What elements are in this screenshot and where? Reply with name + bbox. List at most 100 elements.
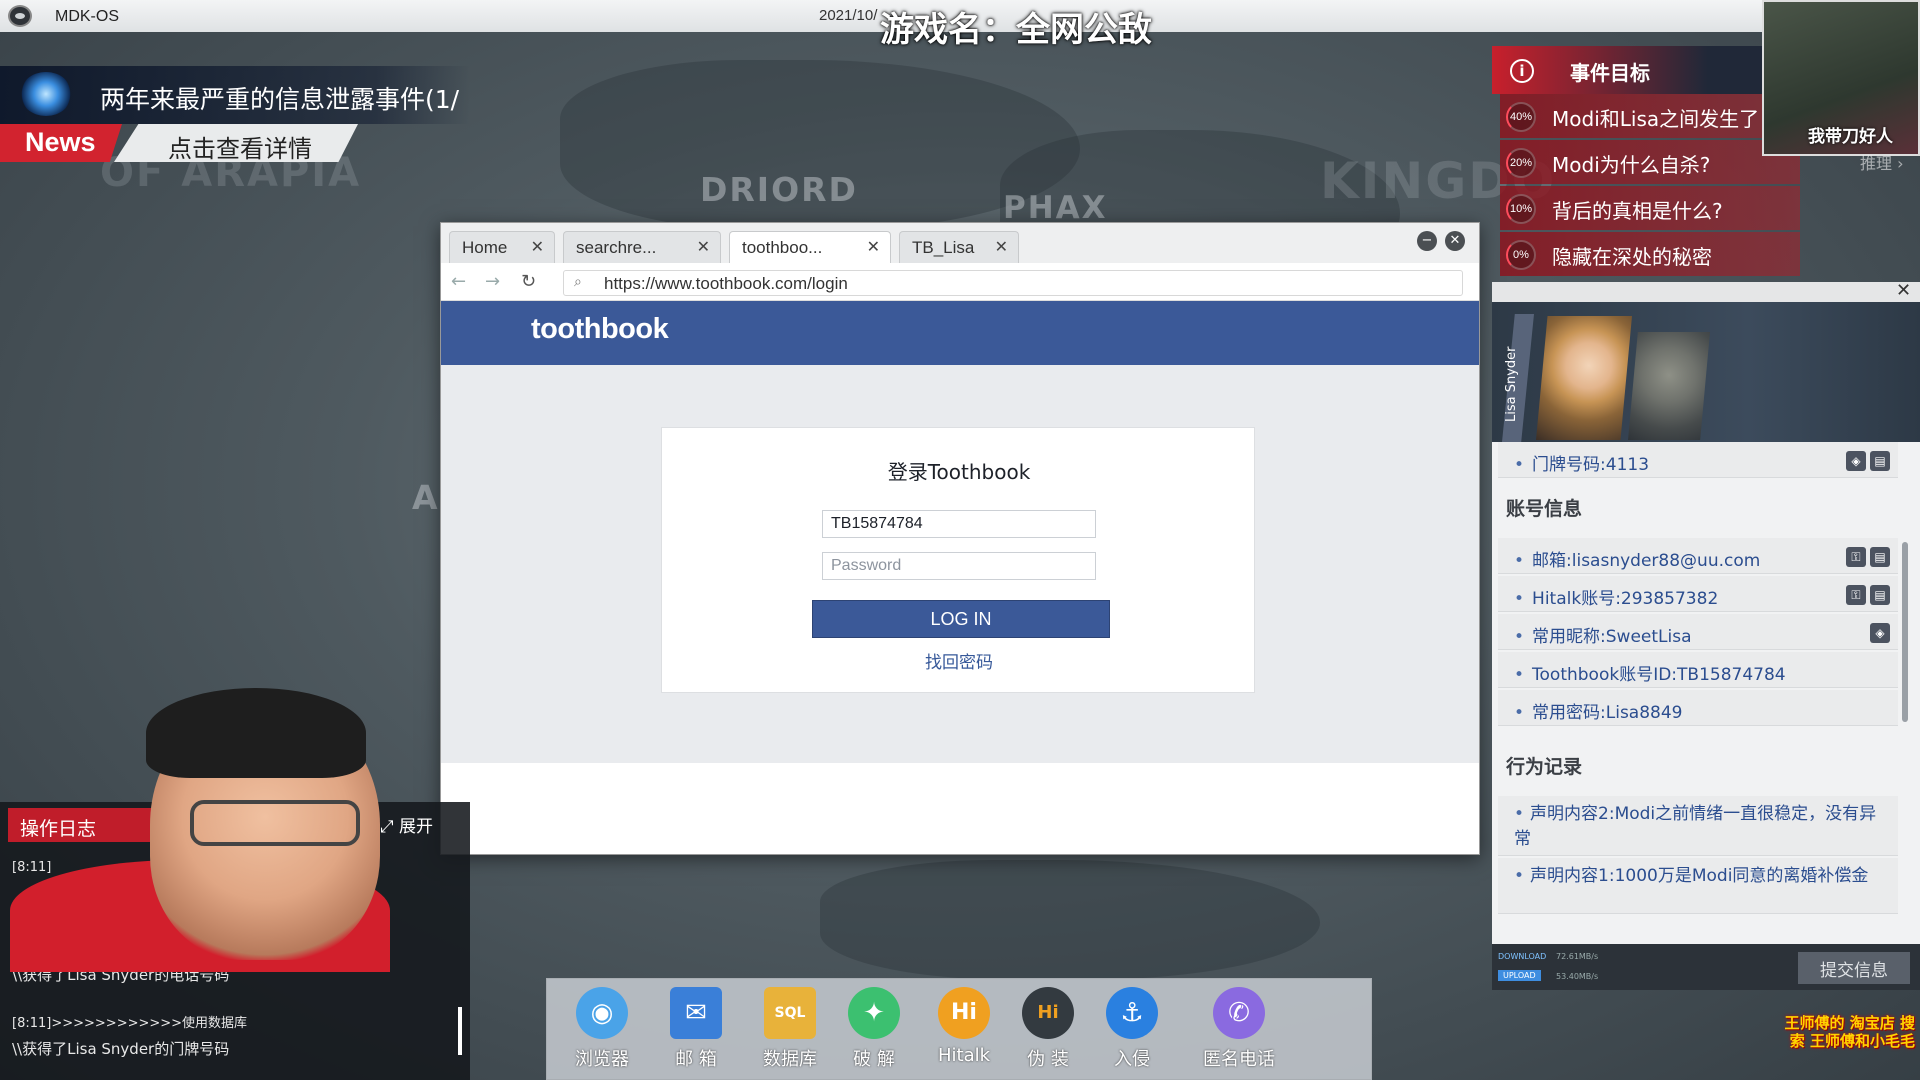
dock-app-mail[interactable]: ✉ 邮 箱: [651, 987, 741, 1071]
webcam-streamer-glasses: [190, 800, 360, 846]
info-text: 常用昵称:SweetLisa: [1514, 622, 1691, 647]
info-actions: ⚿ ▤: [1842, 584, 1890, 605]
document-icon[interactable]: ▤: [1870, 585, 1890, 605]
document-icon[interactable]: ▤: [1870, 451, 1890, 471]
info-item[interactable]: 邮箱:lisasnyder88@uu.com ⚿▤: [1498, 538, 1898, 574]
profile-scrollbar[interactable]: [1902, 542, 1908, 722]
globe-icon: ◉: [576, 987, 628, 1039]
objective-item[interactable]: 0% 隐藏在深处的秘密: [1500, 232, 1800, 276]
objectives-panel: i 事件目标 40% Modi和Lisa之间发生了 20% Modi为什么自杀?…: [1492, 46, 1800, 282]
os-logo-icon[interactable]: [8, 5, 32, 27]
url-text[interactable]: https://www.toothbook.com/login: [604, 274, 848, 294]
close-icon[interactable]: ✕: [531, 237, 544, 257]
minimize-icon[interactable]: −: [1417, 231, 1437, 251]
password-input[interactable]: [822, 552, 1096, 580]
upload-speed: 53.40MB/s: [1556, 972, 1599, 981]
key-icon: ✦: [848, 987, 900, 1039]
dock-app-hitalk[interactable]: Hi Hitalk: [919, 987, 1009, 1066]
address-bar[interactable]: ⌕ https://www.toothbook.com/login: [563, 270, 1463, 296]
shield-icon[interactable]: ◈: [1870, 623, 1890, 643]
shop-watermark: 王师傅的 淘宝店 搜索 王师傅和小毛毛: [1784, 1014, 1915, 1050]
tab-toothbook[interactable]: toothboo... ✕: [729, 231, 891, 263]
objective-text: 隐藏在深处的秘密: [1552, 245, 1712, 269]
profile-footer: DOWNLOAD 72.61MB/s UPLOAD 53.40MB/s 提交信息: [1492, 944, 1920, 990]
dock-app-anonymous-call[interactable]: ✆ 匿名电话: [1179, 987, 1299, 1071]
dock-app-browser[interactable]: ◉ 浏览器: [557, 987, 647, 1071]
progress-ring: 0%: [1506, 240, 1536, 270]
dock-app-disguise[interactable]: Hi 伪 装: [1003, 987, 1093, 1071]
forgot-password-link[interactable]: 找回密码: [662, 648, 1256, 673]
objective-text: Modi为什么自杀?: [1552, 153, 1711, 177]
download-label: DOWNLOAD: [1498, 952, 1547, 961]
record-item[interactable]: 声明内容2:Modi之前情绪一直很稳定，没有异常: [1498, 796, 1898, 856]
portrait-lisa[interactable]: [1536, 316, 1632, 440]
back-arrow-icon[interactable]: ←: [451, 271, 466, 292]
submit-info-button[interactable]: 提交信息: [1798, 952, 1910, 984]
info-text: 邮箱:lisasnyder88@uu.com: [1514, 546, 1760, 571]
log-line: [8:11]: [12, 860, 52, 875]
tab-label: toothboo...: [742, 238, 823, 257]
dock-label: 邮 箱: [675, 1049, 717, 1070]
objective-item[interactable]: 10% 背后的真相是什么?: [1500, 186, 1800, 230]
log-line: \\获得了Lisa Snyder的门牌号码: [12, 1040, 230, 1058]
close-icon[interactable]: ✕: [995, 237, 1008, 257]
record-item[interactable]: 声明内容1:1000万是Modi同意的离婚补偿金: [1498, 858, 1898, 914]
log-expand-button[interactable]: ⤢ 展开: [380, 812, 433, 837]
username-input[interactable]: [822, 510, 1096, 538]
toothbook-logo[interactable]: toothbook: [531, 313, 669, 346]
login-button[interactable]: LOG IN: [812, 600, 1110, 638]
thumbnail-caption: 我带刀好人: [1808, 127, 1893, 147]
shield-icon[interactable]: ◈: [1846, 451, 1866, 471]
tab-home[interactable]: Home ✕: [449, 231, 555, 263]
profile-name: Lisa Snyder: [1504, 346, 1519, 422]
info-item[interactable]: Hitalk账号:293857382 ⚿▤: [1498, 576, 1898, 612]
dock-label: 匿名电话: [1203, 1049, 1275, 1070]
forward-arrow-icon[interactable]: →: [485, 271, 500, 292]
dock-app-intrude[interactable]: ⚓ 入侵: [1087, 987, 1177, 1071]
dock-label: 破 解: [853, 1049, 895, 1070]
progress-ring: 10%: [1506, 194, 1536, 224]
news-headline[interactable]: 两年来最严重的信息泄露事件(1/: [100, 80, 459, 116]
close-icon[interactable]: ✕: [867, 237, 880, 257]
key-icon[interactable]: ⚿: [1846, 585, 1866, 605]
tab-searchresults[interactable]: searchre... ✕: [563, 231, 721, 263]
login-title: 登录Toothbook: [887, 460, 1031, 484]
info-text: Toothbook账号ID:TB15874784: [1514, 660, 1786, 685]
info-item[interactable]: 常用昵称:SweetLisa ◈: [1498, 614, 1898, 650]
hook-icon: ⚓: [1106, 987, 1158, 1039]
dock-label: 入侵: [1114, 1049, 1150, 1070]
browser-nav-bar: ← → ↻ ⌕ https://www.toothbook.com/login: [441, 263, 1479, 301]
upload-label: UPLOAD: [1498, 970, 1541, 981]
toothbook-page-body: 登录Toothbook LOG IN 找回密码: [441, 365, 1479, 763]
close-icon[interactable]: ✕: [697, 237, 710, 257]
stream-title-overlay: 游戏名：全网公敌: [880, 10, 1152, 50]
record-text: 声明内容1:1000万是Modi同意的离婚补偿金: [1514, 864, 1884, 889]
download-speed: 72.61MB/s: [1556, 952, 1599, 961]
mail-icon: ✉: [670, 987, 722, 1039]
log-scrollbar[interactable]: [458, 1007, 462, 1055]
reasoning-link[interactable]: 推理 ›: [1860, 150, 1904, 174]
news-detail-label[interactable]: 点击查看详情: [168, 129, 312, 164]
document-icon[interactable]: ▤: [1870, 547, 1890, 567]
close-window-icon[interactable]: ✕: [1445, 231, 1465, 251]
login-card: 登录Toothbook LOG IN 找回密码: [661, 427, 1255, 693]
info-item[interactable]: Toothbook账号ID:TB15874784: [1498, 652, 1898, 688]
portrait-modi[interactable]: [1628, 332, 1710, 440]
info-item[interactable]: 门牌号码:4113 ◈▤: [1498, 442, 1898, 478]
toothbook-header: toothbook: [441, 301, 1479, 365]
dock-app-database[interactable]: SQL 数据库: [745, 987, 835, 1071]
dock-label: Hitalk: [937, 1045, 991, 1066]
objective-item[interactable]: 40% Modi和Lisa之间发生了: [1500, 94, 1800, 138]
info-item[interactable]: 常用密码:Lisa8849: [1498, 690, 1898, 726]
key-icon[interactable]: ⚿: [1846, 547, 1866, 567]
dock-app-crack[interactable]: ✦ 破 解: [829, 987, 919, 1071]
refresh-icon[interactable]: ↻: [521, 271, 536, 292]
tab-tb-lisa[interactable]: TB_Lisa ✕: [899, 231, 1019, 263]
phone-icon: ✆: [1213, 987, 1265, 1039]
objective-text: 背后的真相是什么?: [1552, 199, 1723, 223]
info-icon: i: [1510, 59, 1534, 83]
objective-item[interactable]: 20% Modi为什么自杀?: [1500, 140, 1800, 184]
map-label-a: A: [412, 478, 440, 517]
search-icon: ⌕: [574, 274, 582, 290]
close-icon[interactable]: ✕: [1896, 280, 1911, 301]
